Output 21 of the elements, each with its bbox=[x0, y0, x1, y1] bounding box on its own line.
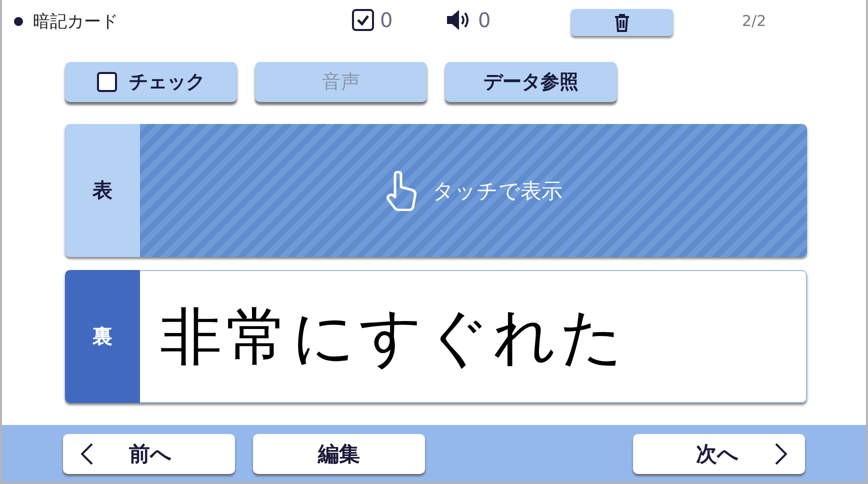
audio-count: 0 bbox=[478, 9, 491, 31]
app-title: 暗記カード bbox=[33, 10, 118, 32]
page-indicator: 2/2 bbox=[742, 12, 766, 30]
trash-icon bbox=[614, 14, 630, 32]
check-count: 0 bbox=[380, 9, 393, 31]
chevron-right-icon bbox=[775, 442, 787, 464]
side-label: 裏 bbox=[65, 270, 140, 403]
prev-button[interactable]: 前へ bbox=[63, 434, 235, 474]
handwritten-answer: 非常にすぐれた bbox=[160, 298, 627, 374]
bullet-icon bbox=[14, 16, 23, 26]
next-button[interactable]: 次へ bbox=[633, 434, 805, 474]
toolbar-button[interactable]: データ参照 bbox=[445, 62, 617, 102]
hand-pointer-icon bbox=[384, 170, 418, 210]
touch-hint: タッチで表示 bbox=[432, 178, 562, 204]
edit-button[interactable]: 編集 bbox=[253, 434, 425, 474]
checkbox-icon bbox=[352, 9, 374, 31]
side-label: 表 bbox=[65, 124, 140, 257]
checkbox[interactable] bbox=[97, 72, 117, 92]
delete-button[interactable] bbox=[571, 9, 673, 36]
toolbar-button[interactable]: チェック bbox=[65, 62, 237, 102]
chevron-left-icon bbox=[81, 442, 93, 464]
